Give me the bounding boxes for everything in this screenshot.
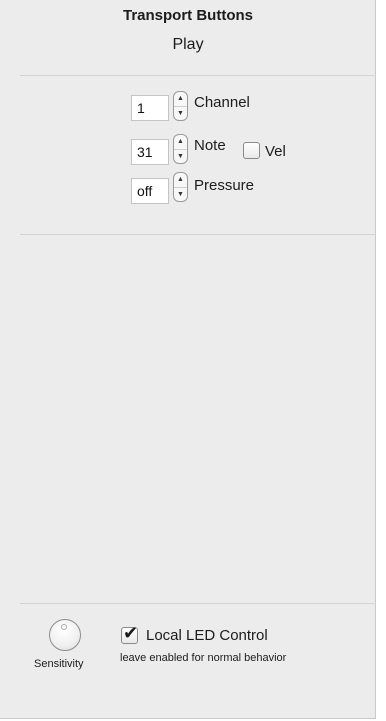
note-label: Note — [194, 137, 226, 154]
down-arrow-icon[interactable]: ▼ — [174, 106, 187, 120]
up-arrow-icon[interactable]: ▲ — [174, 92, 187, 106]
channel-stepper[interactable]: ▲ ▼ — [173, 91, 188, 121]
channel-field[interactable] — [131, 95, 169, 121]
divider-middle — [20, 234, 376, 235]
local-led-label: Local LED Control — [146, 627, 268, 644]
knob-icon[interactable] — [49, 619, 81, 651]
pressure-field[interactable] — [131, 178, 169, 204]
local-led-checkbox[interactable] — [121, 623, 138, 644]
down-arrow-icon[interactable]: ▼ — [174, 149, 187, 163]
up-arrow-icon[interactable]: ▲ — [174, 135, 187, 149]
knob-indicator — [61, 624, 67, 630]
pressure-stepper[interactable]: ▲ ▼ — [173, 172, 188, 202]
vel-checkbox[interactable] — [243, 142, 260, 159]
vel-label: Vel — [265, 143, 286, 160]
down-arrow-icon[interactable]: ▼ — [174, 187, 187, 201]
divider-bottom — [20, 603, 376, 604]
page-title: Transport Buttons — [123, 7, 253, 24]
pressure-label: Pressure — [194, 177, 255, 194]
local-led-hint: leave enabled for normal behavior — [120, 652, 287, 664]
page-subtitle: Play — [172, 36, 204, 53]
sensitivity-label: Sensitivity — [34, 658, 84, 670]
divider-top — [20, 75, 376, 76]
note-field[interactable] — [131, 139, 169, 165]
channel-label: Channel — [194, 94, 250, 111]
transport-buttons-panel: Transport Buttons Play ▲ ▼ Channel ▲ ▼ N… — [0, 0, 376, 719]
up-arrow-icon[interactable]: ▲ — [174, 173, 187, 187]
note-stepper[interactable]: ▲ ▼ — [173, 134, 188, 164]
